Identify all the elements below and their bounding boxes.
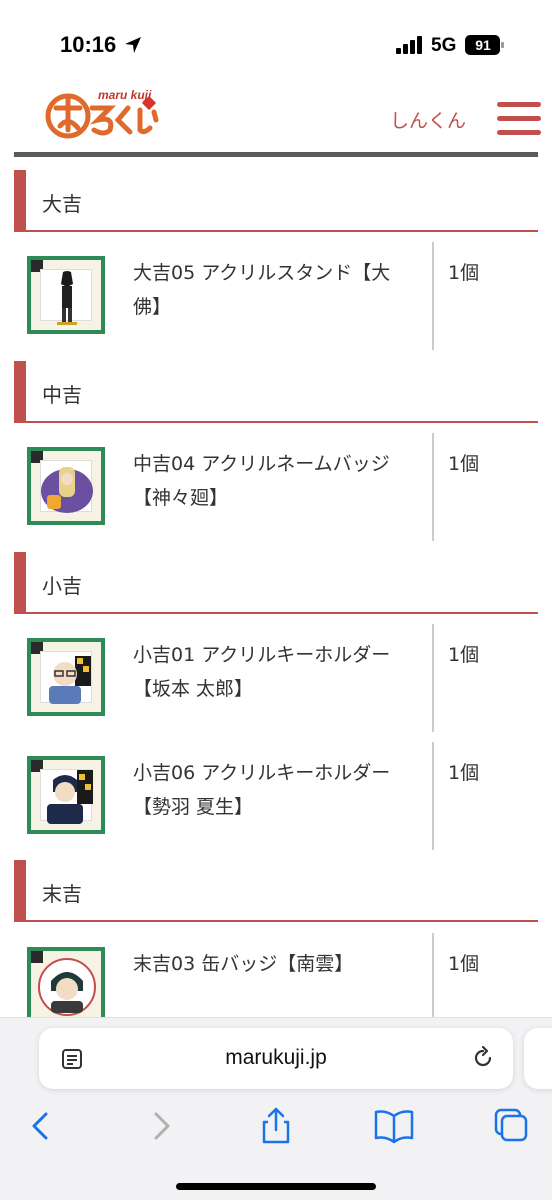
battery-level: 91: [475, 37, 491, 53]
reload-icon[interactable]: [470, 1045, 496, 1071]
column-divider: [432, 242, 434, 350]
column-divider: [432, 624, 434, 732]
status-time: 10:16: [60, 32, 117, 57]
section-header-chukichi: 中吉: [14, 361, 538, 423]
share-icon[interactable]: [256, 1106, 296, 1146]
home-indicator[interactable]: [176, 1183, 376, 1190]
item-name: 小吉06 アクリルキーホルダー【勢羽 夏生】: [133, 762, 391, 818]
section-title: 中吉: [42, 383, 82, 407]
list-item[interactable]: 小吉06 アクリルキーホルダー【勢羽 夏生】 1個: [14, 742, 538, 850]
item-name: 中吉04 アクリルネームバッジ【神々廻】: [133, 453, 390, 509]
column-divider: [432, 933, 434, 1017]
location-arrow-icon: [125, 37, 141, 53]
section-accent-bar: [14, 361, 26, 421]
section-header-suekichi: 末吉: [14, 860, 538, 922]
column-divider: [432, 742, 434, 850]
section-accent-bar: [14, 860, 26, 920]
forward-icon[interactable]: [140, 1106, 180, 1146]
back-icon[interactable]: [22, 1106, 62, 1146]
item-thumbnail: [27, 947, 105, 1017]
tabs-icon[interactable]: [492, 1106, 532, 1146]
item-thumbnail: [27, 638, 105, 716]
item-quantity: 1個: [448, 453, 480, 475]
address-bar[interactable]: marukuji.jp: [39, 1028, 513, 1089]
item-quantity: 1個: [448, 644, 480, 666]
section-title: 大吉: [42, 192, 82, 216]
section-accent-bar: [14, 552, 26, 612]
section-header-shokichi: 小吉: [14, 552, 538, 614]
next-tab-preview[interactable]: [524, 1028, 552, 1089]
item-quantity: 1個: [448, 762, 480, 784]
item-name: 大吉05 アクリルスタンド【大佛】: [133, 262, 391, 318]
item-quantity: 1個: [448, 262, 480, 284]
section-title: 小吉: [42, 574, 82, 598]
browser-toolbar: [0, 1106, 552, 1150]
section-header-daikichi: 大吉: [14, 170, 538, 232]
bookmarks-icon[interactable]: [374, 1106, 414, 1146]
section-accent-bar: [14, 170, 26, 230]
site-header: maru kuji しんくん: [0, 80, 552, 154]
url-text[interactable]: marukuji.jp: [39, 1046, 513, 1070]
item-thumbnail: [27, 256, 105, 334]
user-name-link[interactable]: しんくん: [390, 106, 466, 133]
list-item[interactable]: 中吉04 アクリルネームバッジ【神々廻】 1個: [14, 433, 538, 541]
hamburger-menu-icon[interactable]: [497, 102, 541, 136]
section-title: 末吉: [42, 882, 82, 906]
list-item[interactable]: 末吉03 缶バッジ【南雲】 1個: [14, 933, 538, 1017]
item-thumbnail: [27, 447, 105, 525]
network-type: 5G: [431, 35, 457, 56]
column-divider: [432, 433, 434, 541]
logo-text: maru kuji: [98, 88, 152, 102]
item-quantity: 1個: [448, 953, 480, 975]
signal-bars-icon: [396, 36, 422, 54]
item-name: 末吉03 缶バッジ【南雲】: [133, 953, 354, 975]
list-item[interactable]: 小吉01 アクリルキーホルダー【坂本 太郎】 1個: [14, 624, 538, 732]
item-thumbnail: [27, 756, 105, 834]
status-bar: 10:16 5G 91: [0, 0, 552, 80]
list-item[interactable]: 大吉05 アクリルスタンド【大佛】 1個: [14, 242, 538, 350]
item-name: 小吉01 アクリルキーホルダー【坂本 太郎】: [133, 644, 391, 700]
prize-list[interactable]: 大吉 大吉05 アクリルスタンド【大佛】 1個 中吉 中吉04 アクリルネームバ…: [0, 157, 552, 1017]
browser-bottom-bar: marukuji.jp: [0, 1017, 552, 1200]
